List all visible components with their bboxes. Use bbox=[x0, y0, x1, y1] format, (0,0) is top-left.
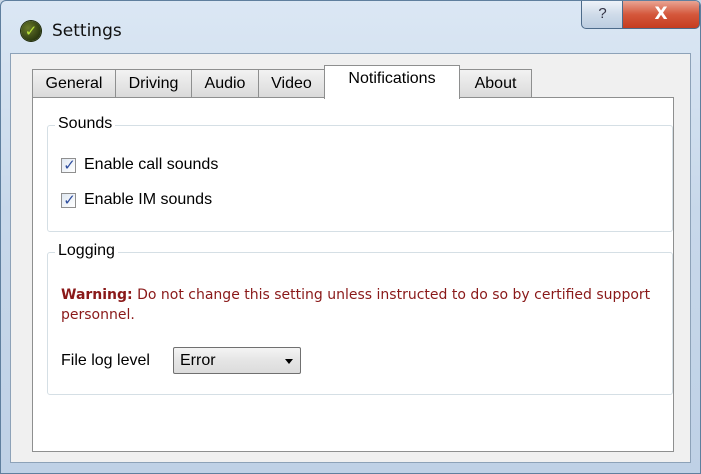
tab-general[interactable]: General bbox=[32, 69, 116, 97]
chevron-down-icon[interactable] bbox=[285, 359, 293, 364]
window-title: Settings bbox=[52, 21, 122, 41]
file-log-level-select[interactable]: Error bbox=[173, 347, 301, 374]
file-log-level-label: File log level bbox=[61, 352, 150, 369]
enable-im-sounds-checkbox[interactable]: ✓ bbox=[61, 191, 76, 209]
notifications-panel: Sounds ✓ Enable call sounds ✓ Enable IM … bbox=[32, 97, 674, 452]
logging-group-title: Logging bbox=[55, 242, 118, 260]
app-logo-icon: ✓ bbox=[21, 21, 41, 41]
file-log-level-value: Error bbox=[180, 352, 216, 369]
checkmark-icon: ✓ bbox=[63, 191, 76, 209]
enable-call-sounds-checkbox[interactable]: ✓ bbox=[61, 156, 76, 174]
title-bar[interactable]: ✓ Settings ? X bbox=[1, 1, 700, 53]
warning-message: Warning: Do not change this setting unle… bbox=[61, 285, 651, 325]
sounds-group-title: Sounds bbox=[55, 115, 116, 133]
enable-call-sounds-label[interactable]: Enable call sounds bbox=[84, 156, 218, 174]
tab-audio[interactable]: Audio bbox=[191, 69, 259, 97]
tab-video[interactable]: Video bbox=[258, 69, 325, 97]
close-button[interactable]: X bbox=[622, 1, 700, 29]
help-button[interactable]: ? bbox=[581, 1, 623, 29]
settings-window: ✓ Settings ? X General Driving Audio Vid… bbox=[0, 0, 701, 474]
logging-group: Logging Warning: Do not change this sett… bbox=[47, 242, 673, 395]
sounds-group: Sounds ✓ Enable call sounds ✓ Enable IM … bbox=[47, 115, 673, 232]
enable-im-sounds-label[interactable]: Enable IM sounds bbox=[84, 191, 212, 209]
tab-notifications[interactable]: Notifications bbox=[324, 65, 460, 99]
warning-text: Do not change this setting unless instru… bbox=[61, 287, 651, 323]
tab-driving[interactable]: Driving bbox=[115, 69, 192, 97]
dialog-client-area: General Driving Audio Video Notification… bbox=[10, 53, 691, 463]
warning-prefix: Warning: bbox=[61, 287, 133, 303]
tab-about[interactable]: About bbox=[459, 69, 532, 97]
checkmark-icon: ✓ bbox=[63, 156, 76, 174]
